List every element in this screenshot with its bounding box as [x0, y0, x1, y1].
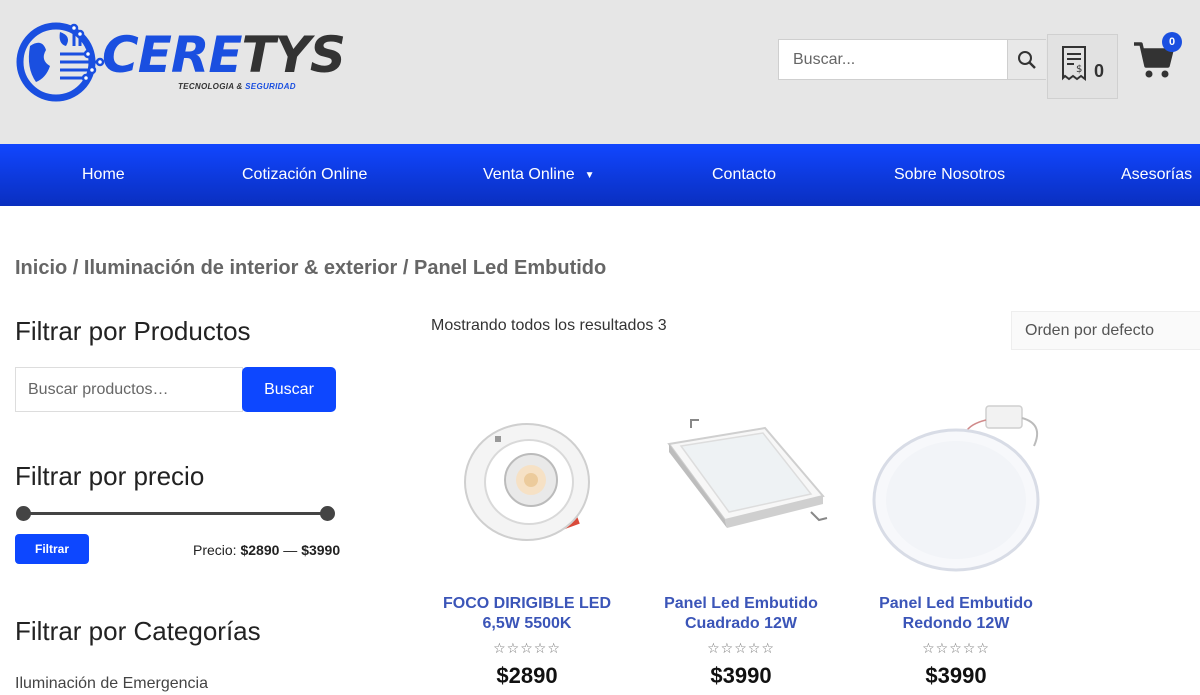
nav-item-home[interactable]: Home	[82, 144, 125, 206]
nav-item-sobre-nosotros[interactable]: Sobre Nosotros	[894, 144, 1005, 206]
quote-receipt-icon: $	[1062, 46, 1086, 81]
star-rating: ☆☆☆☆☆	[493, 640, 561, 656]
price-max-value: $3990	[301, 542, 341, 558]
logo-wordmark: CERETYS	[102, 26, 346, 84]
product-title-link[interactable]: FOCO DIRIGIBLE LED 6,5W 5500K	[427, 594, 627, 634]
price-slider-track[interactable]	[22, 512, 328, 515]
quote-count: 0	[1094, 61, 1105, 81]
product-price: $3990	[710, 663, 772, 688]
price-dash: —	[279, 542, 302, 558]
breadcrumb-home-link[interactable]: Inicio	[15, 257, 67, 279]
search-icon	[1018, 50, 1036, 69]
nav-label: Sobre Nosotros	[894, 166, 1006, 183]
ceretys-logo[interactable]: CERETYS TECNOLOGIA & SEGURIDAD	[16, 16, 346, 108]
breadcrumb-category-link[interactable]: Iluminación de interior & exterior	[84, 257, 397, 279]
star-rating: ☆☆☆☆☆	[707, 640, 775, 656]
price-min-value: $2890	[240, 542, 280, 558]
price-range-label: Precio: $2890 — $3990	[193, 542, 340, 558]
cart-button[interactable]: 0	[1132, 32, 1188, 82]
svg-text:$: $	[1076, 64, 1082, 75]
caret-down-icon: ▼	[584, 170, 595, 181]
site-header: CERETYS TECNOLOGIA & SEGURIDAD $ 0 0	[0, 0, 1200, 144]
product-image[interactable]	[437, 400, 617, 580]
product-title-link[interactable]: Panel Led Embutido Cuadrado 12W	[641, 594, 841, 634]
product-search-button[interactable]: Buscar	[242, 367, 336, 412]
product-title-link[interactable]: Panel Led Embutido Redondo 12W	[856, 594, 1056, 634]
orderby-select[interactable]: Orden por defecto	[1011, 311, 1200, 350]
search-button[interactable]	[1007, 40, 1046, 79]
nav-item-cotizacion[interactable]: Cotización Online	[242, 144, 367, 206]
filter-products-title: Filtrar por Productos	[15, 316, 251, 346]
breadcrumb-separator: /	[67, 257, 84, 279]
cart-count-badge: 0	[1162, 32, 1182, 52]
price-prefix: Precio:	[193, 542, 237, 558]
nav-item-venta-online[interactable]: Venta Online ▼	[483, 144, 595, 206]
product-price: $3990	[925, 663, 987, 688]
nav-label: Home	[82, 166, 125, 183]
nav-label: Contacto	[712, 166, 777, 183]
quote-list-button[interactable]: $ 0	[1047, 34, 1118, 99]
breadcrumb: Inicio / Iluminación de interior & exter…	[15, 257, 606, 280]
nav-label: Asesorías	[1121, 166, 1193, 183]
breadcrumb-separator: /	[397, 257, 414, 279]
filter-categories-title: Filtrar por Categorías	[15, 616, 261, 646]
results-count: Mostrando todos los resultados 3	[431, 317, 667, 334]
product-image[interactable]	[651, 400, 831, 580]
filter-price-title: Filtrar por precio	[15, 461, 205, 491]
logo-tagline: TECNOLOGIA & SEGURIDAD	[178, 82, 296, 91]
price-slider-min-handle[interactable]	[16, 506, 31, 521]
category-link-iluminacion-emergencia[interactable]: Iluminación de Emergencia	[15, 675, 208, 693]
site-search-input[interactable]	[779, 40, 1007, 79]
breadcrumb-current: Panel Led Embutido	[413, 257, 607, 279]
nav-label: Cotización Online	[242, 166, 368, 183]
nav-label: Venta Online	[483, 166, 575, 183]
nav-item-asesorias[interactable]: Asesorías	[1121, 144, 1192, 206]
main-nav: Home Cotización Online Venta Online ▼ Con…	[0, 144, 1200, 206]
globe-circuit-icon	[16, 22, 105, 102]
site-search	[778, 39, 1046, 80]
star-rating: ☆☆☆☆☆	[922, 640, 990, 656]
product-search-input[interactable]	[15, 367, 243, 412]
product-image[interactable]	[866, 400, 1046, 580]
price-slider-max-handle[interactable]	[320, 506, 335, 521]
price-filter-button[interactable]: Filtrar	[15, 534, 89, 564]
nav-item-contacto[interactable]: Contacto	[712, 144, 776, 206]
product-price: $2890	[496, 663, 558, 688]
